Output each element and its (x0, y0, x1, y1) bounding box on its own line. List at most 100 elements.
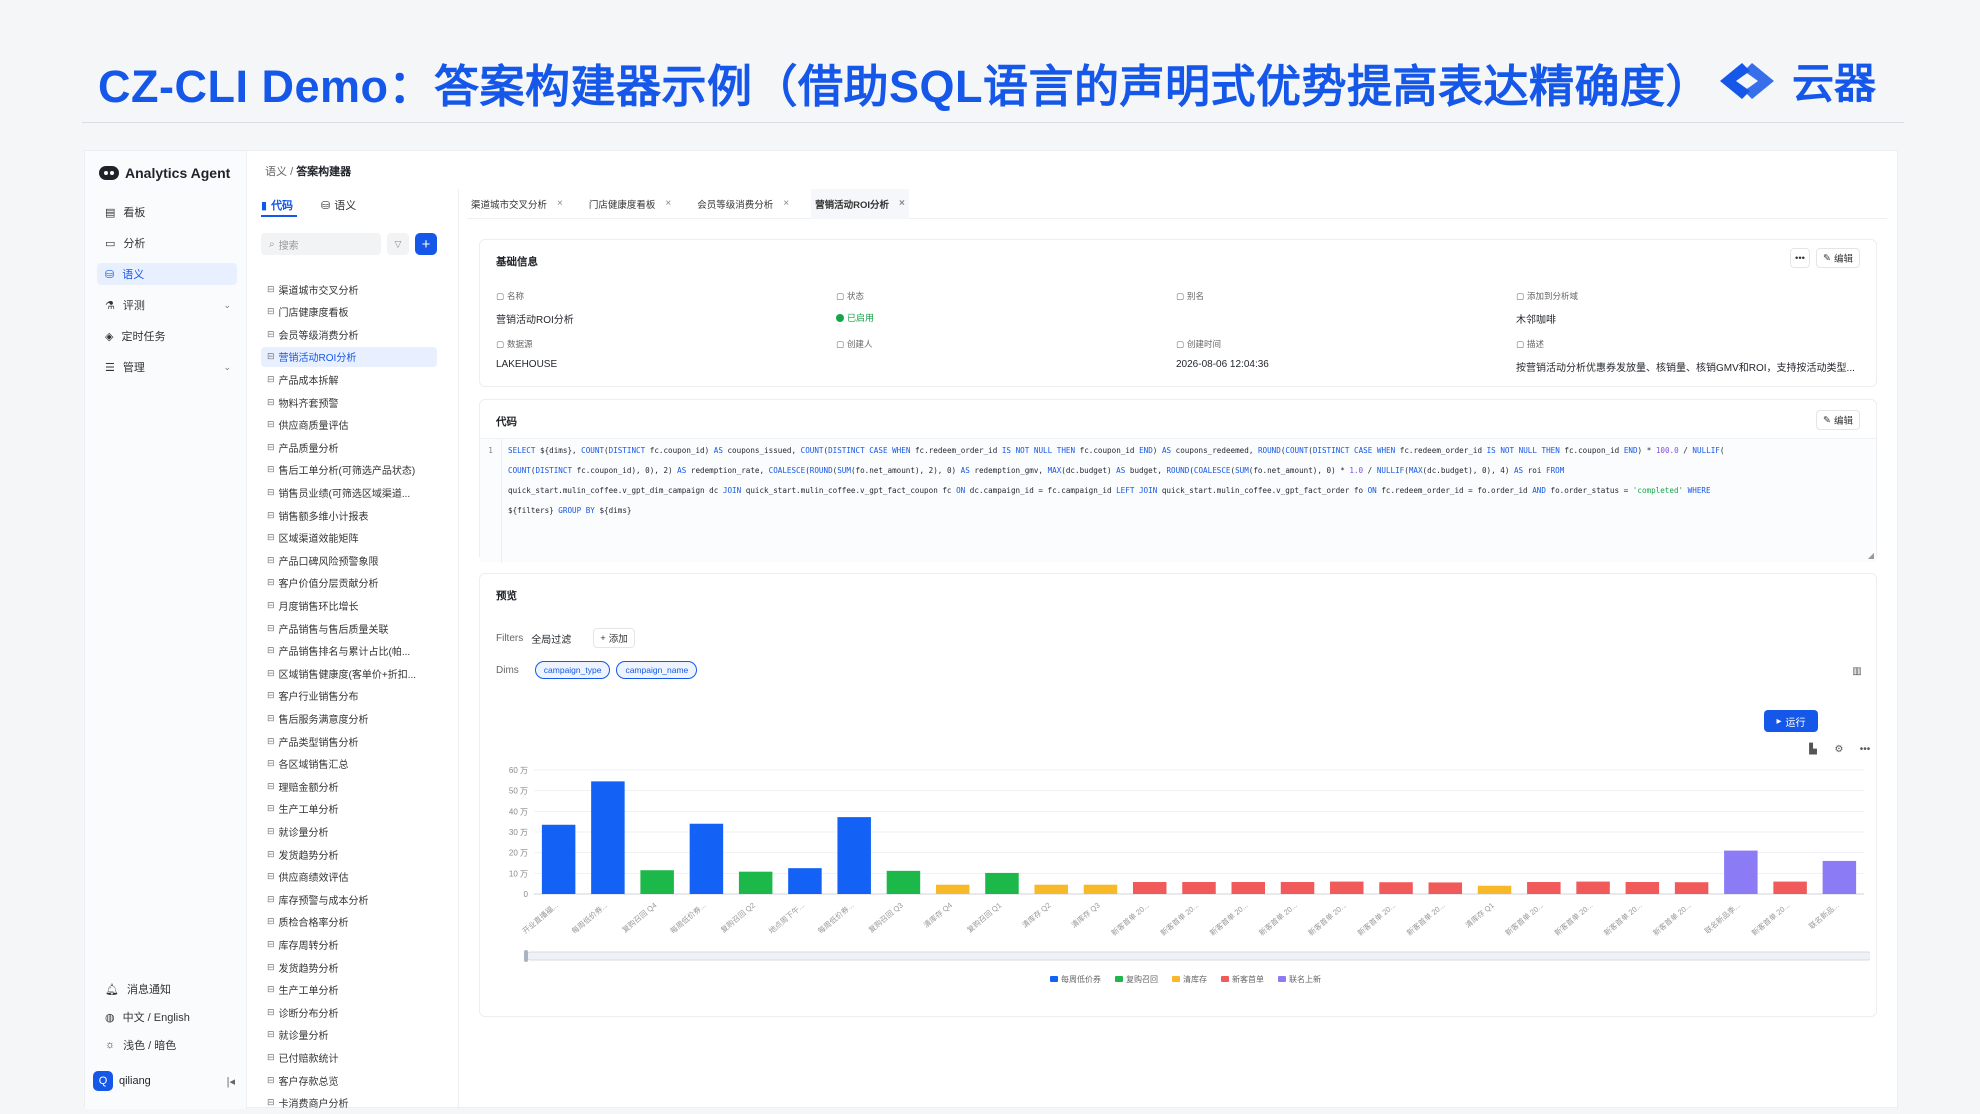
tree-item[interactable]: ⊟ 生产工单分析 (261, 980, 437, 1000)
tree-item[interactable]: ⊟ 产品质量分析 (261, 437, 437, 457)
close-icon[interactable]: × (899, 198, 905, 209)
tree-item[interactable]: ⊟ 已付赔款统计 (261, 1047, 437, 1067)
legend-label[interactable]: 清库存 (1183, 974, 1207, 984)
search-input[interactable]: ⌕ 搜索 (261, 233, 381, 255)
add-filter-button[interactable]: + 添加 (593, 628, 635, 648)
bar[interactable] (1428, 882, 1463, 894)
tree-item[interactable]: ⊟ 客户行业销售分布 (261, 686, 437, 706)
tree-item[interactable]: ⊟ 供应商质量评估 (261, 415, 437, 435)
sidebar-item-1[interactable]: ▭ 分析 (97, 232, 237, 254)
bar[interactable] (886, 870, 921, 894)
bar[interactable] (1674, 882, 1709, 894)
breadcrumb-parent[interactable]: 语义 (265, 166, 287, 178)
tree-item[interactable]: ⊟ 库存预警与成本分析 (261, 889, 437, 909)
tree-item[interactable]: ⊟ 产品销售排名与累计占比(帕... (261, 641, 437, 661)
filter-button[interactable]: ▽ (387, 233, 409, 255)
bar[interactable] (541, 824, 576, 894)
bar[interactable] (788, 868, 822, 894)
global-filter-label[interactable]: 全局过滤 (531, 631, 571, 646)
sidebar-item-2[interactable]: ⛁ 语义 (97, 263, 237, 285)
bar[interactable] (1330, 881, 1364, 894)
bar[interactable] (1034, 884, 1068, 894)
tree-item[interactable]: ⊟ 产品类型销售分析 (261, 731, 437, 751)
tree-item[interactable]: ⊟ 月度销售环比增长 (261, 595, 437, 615)
bar[interactable] (1822, 860, 1857, 894)
app-logo[interactable]: Analytics Agent (99, 165, 230, 181)
tree-item[interactable]: ⊟ 理赔金额分析 (261, 776, 437, 796)
bar[interactable] (1379, 882, 1413, 894)
tree-item[interactable]: ⊟ 供应商绩效评估 (261, 867, 437, 887)
file-tab[interactable]: 渠道城市交叉分析 × (467, 189, 567, 219)
legend-label[interactable]: 每周低价券 (1061, 974, 1101, 984)
bar[interactable] (1083, 884, 1118, 894)
sidebar-item-0[interactable]: ▤ 看板 (97, 201, 237, 223)
tree-item[interactable]: ⊟ 生产工单分析 (261, 799, 437, 819)
collapse-sidebar-icon[interactable]: |◂ (227, 1075, 235, 1088)
tree-item[interactable]: ⊟ 产品口碑风险预警象限 (261, 550, 437, 570)
bar[interactable] (985, 872, 1019, 894)
close-icon[interactable]: × (665, 198, 671, 209)
bar[interactable] (1773, 881, 1807, 894)
edit-code-button[interactable]: ✎ 编辑 (1816, 410, 1860, 430)
tree-item[interactable]: ⊟ 区域销售健康度(客单价+折扣... (261, 663, 437, 683)
bar[interactable] (1625, 882, 1660, 894)
tree-item[interactable]: ⊟ 发货趋势分析 (261, 844, 437, 864)
bar[interactable] (689, 823, 724, 894)
bar[interactable] (1527, 882, 1561, 894)
add-button[interactable]: + (415, 233, 437, 255)
language-switch[interactable]: ◍ 中文 / English (97, 1009, 190, 1025)
tree-item[interactable]: ⊟ 质检合格率分析 (261, 912, 437, 932)
bar[interactable] (1182, 882, 1216, 894)
file-tab[interactable]: 营销活动ROI分析 × (811, 188, 909, 219)
bar[interactable] (935, 884, 970, 894)
more-button[interactable]: ••• (1790, 248, 1810, 268)
dim-chip[interactable]: campaign_type (534, 661, 611, 679)
tree-item[interactable]: ⊟ 物料齐套预警 (261, 392, 437, 412)
tree-item[interactable]: ⊟ 营销活动ROI分析 (261, 346, 437, 367)
tree-item[interactable]: ⊟ 库存周转分析 (261, 934, 437, 954)
bar[interactable] (1280, 882, 1315, 894)
column-settings-icon[interactable]: ▥ (1848, 662, 1866, 680)
tree-item[interactable]: ⊟ 发货趋势分析 (261, 957, 437, 977)
tree-item[interactable]: ⊟ 会员等级消费分析 (261, 324, 437, 344)
resize-handle-icon[interactable]: ◢ (1868, 551, 1874, 560)
sidebar-item-3[interactable]: ⚗ 评测 ⌄ (97, 294, 237, 316)
tree-item[interactable]: ⊟ 产品销售与售后质量关联 (261, 618, 437, 638)
notifications-item[interactable]: 🔔︎ 消息通知 (97, 981, 171, 997)
tree-item[interactable]: ⊟ 销售员业绩(可筛选区域渠道... (261, 482, 437, 502)
tree-item[interactable]: ⊟ 客户存款总览 (261, 1070, 437, 1090)
close-icon[interactable]: × (557, 198, 563, 209)
bar[interactable] (1576, 881, 1610, 894)
tab-semantic[interactable]: ⛁ 语义 (321, 197, 356, 213)
sidebar-item-5[interactable]: ☰ 管理 ⌄ (97, 356, 237, 378)
tree-item[interactable]: ⊟ 销售额多维小计报表 (261, 505, 437, 525)
tree-item[interactable]: ⊟ 门店健康度看板 (261, 302, 437, 322)
bar[interactable] (591, 781, 625, 894)
bar[interactable] (640, 870, 674, 894)
file-tab[interactable]: 会员等级消费分析 × (693, 189, 793, 219)
legend-label[interactable]: 联名上新 (1289, 974, 1321, 984)
tree-item[interactable]: ⊟ 售后工单分析(可筛选产品状态) (261, 460, 437, 480)
tree-item[interactable]: ⊟ 就诊量分析 (261, 1025, 437, 1045)
bar[interactable] (1231, 882, 1266, 894)
tree-item[interactable]: ⊟ 渠道城市交叉分析 (261, 279, 437, 299)
sidebar-item-4[interactable]: ◈ 定时任务 (97, 325, 237, 347)
tree-item[interactable]: ⊟ 售后服务满意度分析 (261, 708, 437, 728)
tree-item[interactable]: ⊟ 就诊量分析 (261, 821, 437, 841)
sql-editor[interactable]: 1 SELECT ${dims}, COUNT(DISTINCT fc.coup… (480, 438, 1876, 563)
tree-item[interactable]: ⊟ 产品成本拆解 (261, 369, 437, 389)
tree-item[interactable]: ⊟ 各区域销售汇总 (261, 754, 437, 774)
file-tab[interactable]: 门店健康度看板 × (585, 189, 675, 219)
tree-item[interactable]: ⊟ 诊断分布分析 (261, 1002, 437, 1022)
bar[interactable] (1724, 850, 1758, 894)
run-button[interactable]: ▸ 运行 (1764, 710, 1818, 732)
tree-item[interactable]: ⊟ 客户价值分层贡献分析 (261, 573, 437, 593)
bar[interactable] (1132, 882, 1167, 894)
tree-item[interactable]: ⊟ 区域渠道效能矩阵 (261, 528, 437, 548)
tree-item[interactable]: ⊟ 卡消费商户分析 (261, 1093, 437, 1113)
dim-chip[interactable]: campaign_name (616, 661, 698, 679)
bar[interactable] (837, 817, 871, 894)
user-profile[interactable]: Q qiliang |◂ (93, 1071, 239, 1091)
legend-label[interactable]: 新客首单 (1232, 974, 1264, 984)
edit-basic-button[interactable]: ✎ 编辑 (1816, 248, 1860, 268)
